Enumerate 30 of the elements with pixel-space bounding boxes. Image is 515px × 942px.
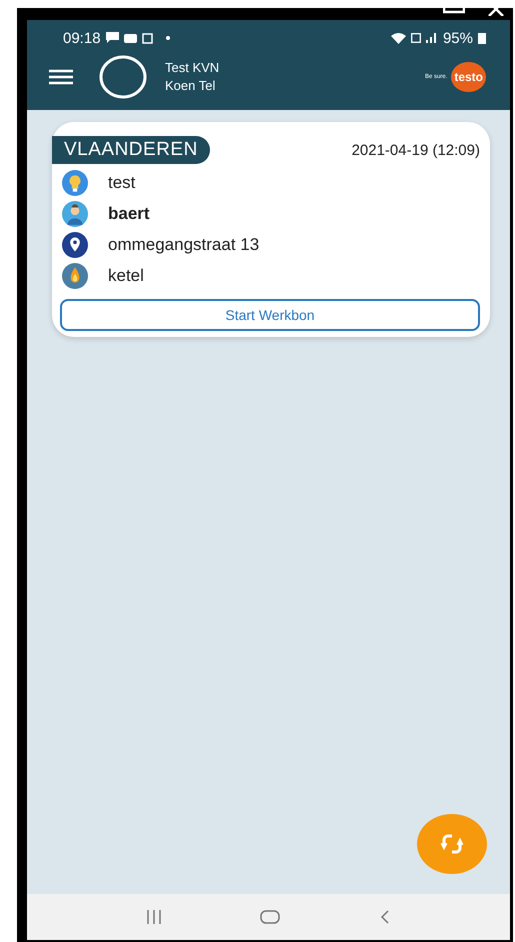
detail-text: ketel [108,266,144,286]
avatar-icon[interactable] [99,55,147,99]
bulb-icon [62,170,88,196]
start-work-order-button[interactable]: Start Werkbon [60,299,480,331]
grid-icon [142,32,153,44]
message-icon [106,32,119,44]
lte-icon [410,33,421,43]
refresh-icon [440,832,464,856]
flame-icon [62,262,88,288]
detail-text: baert [108,204,150,224]
date-time: 2021-04-19 (12:09) [352,142,480,158]
signal-icon [426,33,436,43]
dot-icon [166,36,170,40]
battery-icon [478,32,486,44]
card-icon [124,34,137,42]
detail-text: test [108,172,136,192]
detail-text: ommegangstraat 13 [108,234,260,254]
recent-apps-icon[interactable] [146,909,162,925]
menu-icon[interactable] [49,69,73,85]
home-icon[interactable] [260,909,280,925]
account-user: Koen Tel [165,77,216,95]
back-icon[interactable] [378,909,391,925]
account-name: Test KVN [165,59,220,77]
status-time: 09:18 [63,30,101,46]
location-pin-icon [62,232,88,258]
region-tag: VLAANDEREN [52,136,210,164]
wifi-icon [390,32,406,44]
brand-logo: testo [451,62,486,92]
battery-level: 95% [442,30,473,46]
person-icon [62,200,88,226]
